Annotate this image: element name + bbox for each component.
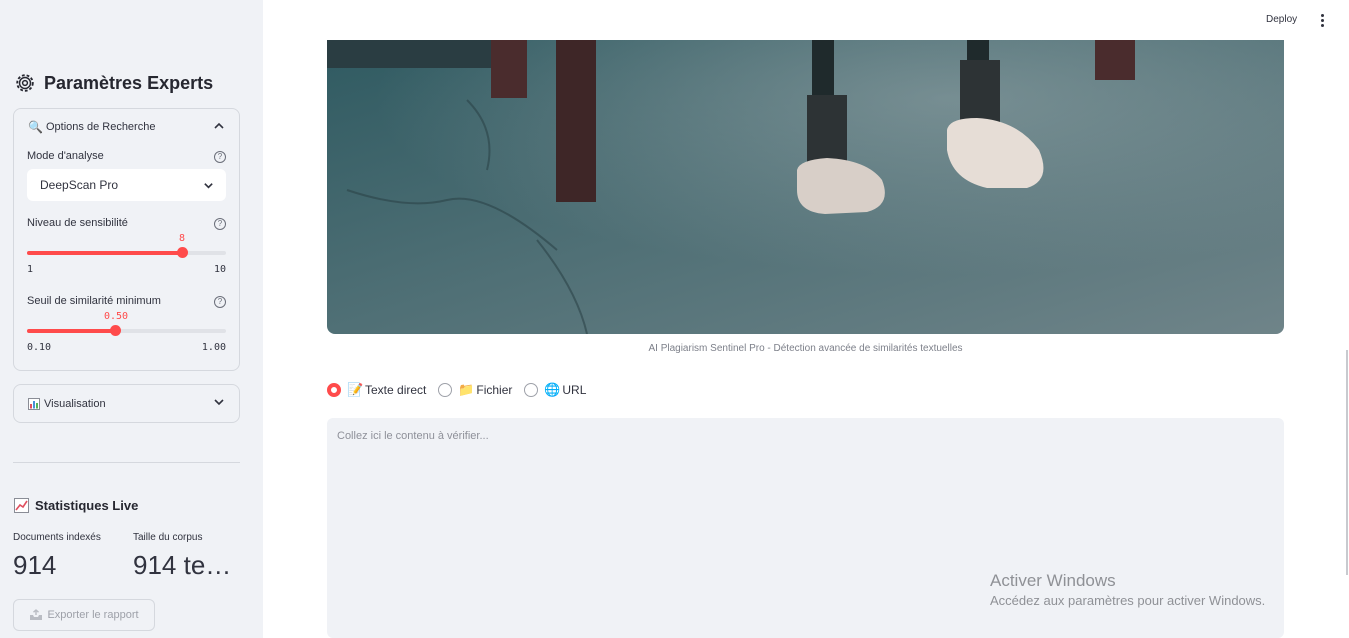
mode-select[interactable]: DeepScan Pro — [27, 169, 226, 201]
metric-value: 914 — [13, 550, 57, 580]
sensitivity-slider-fill — [27, 251, 183, 255]
sidebar: Paramètres Experts 🔍 Options de Recherch… — [0, 0, 263, 638]
search-options-header[interactable]: 🔍 Options de Recherche — [14, 109, 239, 145]
threshold-slider[interactable] — [27, 325, 226, 336]
radio-option-file[interactable]: 📁 Fichier — [438, 382, 512, 398]
sensitivity-label: Niveau de sensibilité — [27, 217, 128, 229]
memo-icon: 📝 — [347, 382, 364, 397]
image-caption: AI Plagiarism Sentinel Pro - Détection a… — [648, 343, 963, 354]
sidebar-title-text: Paramètres Experts — [44, 72, 214, 93]
scrollbar[interactable] — [1346, 350, 1348, 575]
kebab-menu-icon[interactable] — [1317, 13, 1327, 27]
visualisation-header[interactable]: Visualisation — [14, 385, 239, 422]
help-icon[interactable]: ? — [214, 296, 226, 308]
radio-button[interactable] — [524, 383, 539, 397]
mode-label: Mode d'analyse — [27, 150, 104, 162]
outbox-tray-icon — [30, 609, 43, 620]
threshold-min: 0.10 — [27, 342, 52, 353]
threshold-max: 1.00 — [201, 342, 226, 353]
radio-option-label: URL — [562, 383, 587, 397]
help-icon[interactable]: ? — [214, 218, 226, 230]
watermark-title: Activer Windows — [990, 571, 1116, 590]
main-area: Deploy AI Plagiarism Sentinel Pro - Déte… — [263, 0, 1349, 638]
visualisation-expander[interactable]: Visualisation — [13, 384, 240, 423]
sidebar-title: Paramètres Experts — [14, 72, 213, 94]
deploy-button[interactable]: Deploy — [1266, 14, 1297, 25]
input-type-radio-group: 📝 Texte direct 📁 Fichier 🌐 URL — [327, 382, 598, 398]
sensitivity-value: 8 — [178, 233, 186, 244]
threshold-slider-fill — [27, 329, 115, 333]
sensitivity-min: 1 — [27, 264, 34, 275]
radio-button[interactable] — [327, 383, 341, 397]
windows-activation-watermark: Activer Windows Accédez aux paramètres p… — [990, 571, 1265, 608]
chart-increasing-icon — [14, 498, 29, 513]
export-report-label: Exporter le rapport — [47, 609, 139, 621]
search-options-expander: 🔍 Options de Recherche Mode d'analyse ? … — [13, 108, 240, 371]
sidebar-divider — [13, 462, 240, 463]
folder-icon: 📁 — [458, 382, 475, 397]
magnifier-icon: 🔍 — [28, 120, 43, 134]
metric-label: Documents indexés — [13, 532, 101, 543]
radio-option-text[interactable]: 📝 Texte direct — [327, 382, 426, 398]
globe-icon: 🌐 — [544, 382, 561, 397]
threshold-value: 0.50 — [103, 311, 129, 322]
mode-select-value: DeepScan Pro — [40, 178, 119, 192]
search-options-label: Options de Recherche — [46, 121, 156, 133]
watermark-subtitle: Accédez aux paramètres pour activer Wind… — [990, 593, 1266, 608]
stats-title-text: Statistiques Live — [35, 498, 139, 513]
chevron-down-icon — [214, 399, 224, 406]
bar-chart-icon — [28, 397, 40, 410]
sensitivity-slider[interactable] — [27, 247, 226, 258]
textarea-placeholder: Collez ici le contenu à vérifier... — [337, 430, 489, 442]
export-report-button[interactable]: Exporter le rapport — [13, 599, 155, 631]
visualisation-label: Visualisation — [44, 397, 106, 410]
stats-title: Statistiques Live — [14, 498, 138, 513]
help-icon[interactable]: ? — [214, 151, 226, 163]
metric-value: 914 te… — [133, 550, 232, 580]
threshold-label: Seuil de similarité minimum — [27, 295, 161, 307]
threshold-slider-thumb[interactable] — [109, 325, 121, 336]
radio-option-label: Texte direct — [365, 383, 427, 397]
metric-label: Taille du corpus — [133, 532, 203, 543]
radio-button[interactable] — [438, 383, 453, 397]
hero-image — [327, 40, 1284, 334]
gear-icon — [16, 74, 34, 92]
sensitivity-slider-thumb[interactable] — [177, 247, 189, 258]
chevron-up-icon — [214, 122, 224, 129]
chevron-down-icon — [204, 183, 213, 189]
radio-option-label: Fichier — [476, 383, 513, 397]
radio-option-url[interactable]: 🌐 URL — [524, 382, 586, 398]
sensitivity-max: 10 — [213, 264, 226, 275]
